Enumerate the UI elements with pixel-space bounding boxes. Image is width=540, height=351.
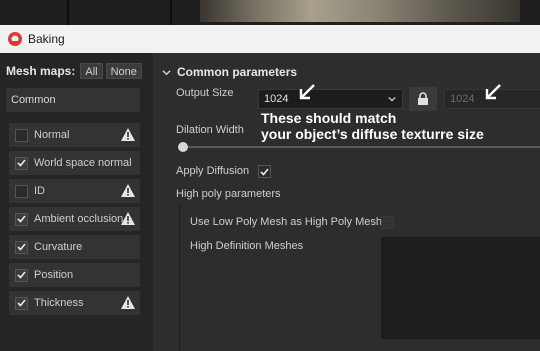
mesh-map-checkbox[interactable] (15, 296, 28, 310)
checkmark-icon (17, 215, 26, 223)
mesh-map-item[interactable]: Ambient occlusion (9, 207, 140, 231)
map-group-select[interactable]: Common (6, 88, 140, 112)
checkmark-icon (260, 167, 269, 176)
mesh-maps-panel: Mesh maps: All None Common Normal World s… (0, 53, 153, 351)
dilation-slider-track[interactable] (180, 146, 540, 148)
dilation-width-label: Dilation Width (176, 124, 244, 136)
mesh-map-item[interactable]: ID (9, 179, 140, 203)
mesh-map-label: World space normal (34, 157, 132, 169)
parameters-panel: Common parameters Output Size 1024 1024 … (153, 53, 540, 351)
mesh-map-checkbox[interactable] (15, 156, 28, 170)
output-size-linked-value: 1024 (450, 93, 475, 105)
apply-diffusion-checkbox[interactable] (258, 165, 271, 178)
checkmark-icon (17, 243, 26, 251)
annotation-arrow-icon (299, 84, 315, 100)
mesh-map-label: Thickness (34, 297, 84, 309)
mesh-map-checkbox[interactable] (15, 268, 28, 282)
lock-size-button[interactable] (409, 87, 437, 111)
output-size-value: 1024 (264, 93, 289, 105)
chevron-down-icon (162, 69, 171, 75)
mesh-map-item[interactable]: Position (9, 263, 140, 287)
warning-icon (121, 212, 135, 225)
lock-icon (418, 92, 428, 105)
mesh-map-checkbox[interactable] (15, 212, 28, 226)
annotation-arrow-icon (485, 84, 501, 100)
indent-guide (179, 203, 180, 351)
mesh-map-label: Ambient occlusion (34, 213, 124, 225)
annotation-text: These should match your object’s diffuse… (261, 110, 484, 142)
mesh-map-label: Position (34, 269, 74, 281)
mesh-map-label: ID (34, 185, 45, 197)
divider (170, 0, 172, 25)
output-size-label: Output Size (176, 87, 234, 99)
mesh-maps-label: Mesh maps: (6, 64, 76, 78)
warning-icon (121, 128, 135, 141)
window-title: Baking (28, 32, 65, 46)
warning-icon (121, 184, 135, 197)
checkmark-icon (17, 299, 26, 307)
warning-icon (121, 296, 135, 309)
common-parameters-header[interactable]: Common parameters (162, 65, 297, 79)
high-poly-parameters-label: High poly parameters (176, 188, 281, 200)
section-title: Common parameters (177, 65, 298, 79)
chevron-down-icon (388, 96, 396, 102)
hd-meshes-list[interactable] (381, 237, 540, 339)
divider (67, 0, 69, 25)
use-low-poly-label: Use Low Poly Mesh as High Poly Mesh (190, 216, 382, 228)
checkmark-icon (17, 271, 26, 279)
mesh-maps-header: Mesh maps: All None (6, 63, 142, 79)
annotation-line-1: These should match (261, 110, 397, 126)
mesh-map-item[interactable]: Thickness (9, 291, 140, 315)
viewport-preview (200, 0, 520, 22)
select-none-button[interactable]: None (105, 63, 142, 79)
use-low-poly-checkbox[interactable] (381, 216, 394, 229)
app-logo-icon (8, 32, 22, 46)
title-bar: Baking (0, 25, 540, 53)
dilation-slider-handle[interactable] (178, 142, 188, 152)
mesh-map-item[interactable]: Normal (9, 123, 140, 147)
mesh-map-checkbox[interactable] (15, 240, 28, 254)
background-app-strip (0, 0, 540, 25)
mesh-map-item[interactable]: Curvature (9, 235, 140, 259)
mesh-map-checkbox[interactable] (15, 184, 28, 198)
apply-diffusion-label: Apply Diffusion (176, 165, 250, 177)
annotation-line-2: your object’s diffuse texturre size (261, 126, 484, 142)
mesh-map-label: Normal (34, 129, 70, 141)
mesh-map-checkbox[interactable] (15, 128, 28, 142)
select-all-button[interactable]: All (80, 63, 103, 79)
mesh-map-label: Curvature (34, 241, 83, 253)
mesh-map-item[interactable]: World space normal (9, 151, 140, 175)
checkmark-icon (17, 159, 26, 167)
output-size-select[interactable]: 1024 (258, 89, 403, 109)
hd-meshes-label: High Definition Meshes (190, 240, 304, 252)
mesh-maps-list: Normal World space normal ID Ambient occlus… (9, 123, 140, 319)
